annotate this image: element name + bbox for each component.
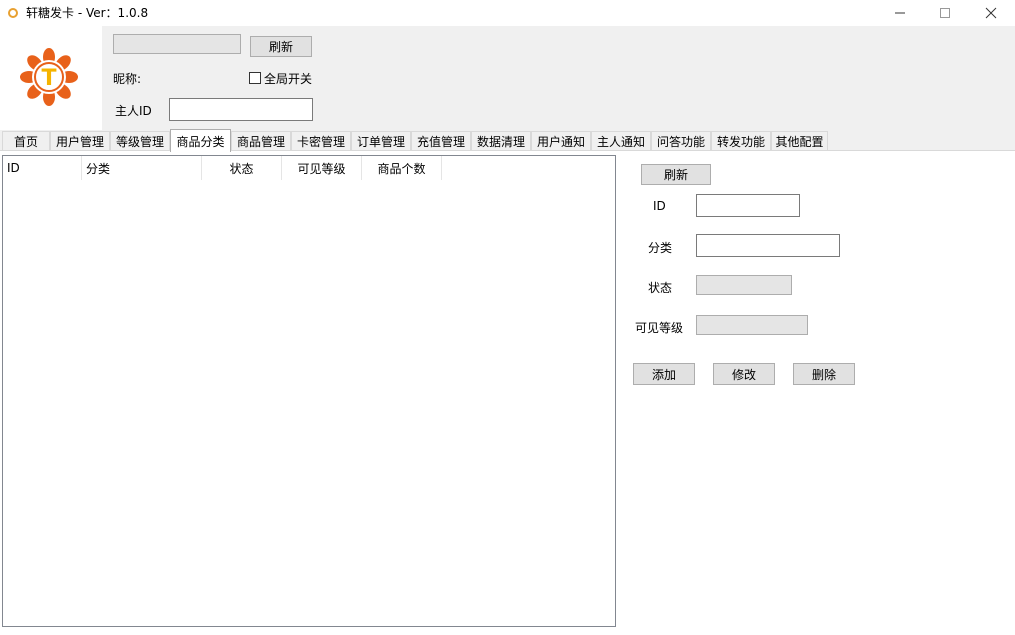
column-header-visible-level[interactable]: 可见等级 [282, 156, 362, 180]
category-label: 分类 [648, 241, 673, 255]
tab-owner-notification[interactable]: 主人通知 [591, 131, 651, 151]
nickname-label: 昵称: [113, 72, 142, 86]
global-switch-checkbox[interactable] [249, 72, 261, 84]
form-refresh-button[interactable]: 刷新 [641, 164, 711, 185]
close-icon[interactable] [968, 0, 1014, 26]
id-label: ID [653, 199, 666, 213]
tab-product-category[interactable]: 商品分类 [170, 129, 231, 152]
tab-home[interactable]: 首页 [2, 131, 50, 151]
minimize-icon[interactable] [877, 0, 923, 26]
delete-button[interactable]: 删除 [793, 363, 855, 385]
tab-user-notification[interactable]: 用户通知 [531, 131, 591, 151]
maximize-icon[interactable] [922, 0, 968, 26]
column-header-status[interactable]: 状态 [202, 156, 282, 180]
title-bar [0, 0, 1015, 26]
logo-panel: T [0, 26, 102, 130]
add-button[interactable]: 添加 [633, 363, 695, 385]
category-input[interactable] [696, 234, 840, 257]
tab-forward-function[interactable]: 转发功能 [711, 131, 771, 151]
column-header-product-count[interactable]: 商品个数 [362, 156, 442, 180]
tab-user-management[interactable]: 用户管理 [50, 131, 110, 151]
status-label: 状态 [648, 281, 673, 295]
edit-button[interactable]: 修改 [713, 363, 775, 385]
logo-icon: T [20, 48, 78, 106]
visible-level-label: 可见等级 [635, 321, 684, 335]
account-select[interactable] [113, 34, 241, 54]
tab-other-config[interactable]: 其他配置 [771, 131, 828, 151]
tab-qa-function[interactable]: 问答功能 [651, 131, 711, 151]
tab-order-management[interactable]: 订单管理 [351, 131, 411, 151]
tab-card-key-management[interactable]: 卡密管理 [291, 131, 351, 151]
owner-id-label: 主人ID [115, 104, 152, 118]
tab-data-cleanup[interactable]: 数据清理 [471, 131, 531, 151]
tab-product-management[interactable]: 商品管理 [231, 131, 291, 151]
app-icon [8, 8, 18, 18]
status-select[interactable] [696, 275, 792, 295]
tab-recharge-management[interactable]: 充值管理 [411, 131, 471, 151]
visible-level-select[interactable] [696, 315, 808, 335]
global-switch-label[interactable]: 全局开关 [264, 70, 312, 87]
svg-text:T: T [41, 66, 56, 91]
column-header-category[interactable]: 分类 [82, 156, 202, 180]
window-title: 轩糖发卡 - Ver：1.0.8 [26, 6, 149, 20]
category-list-view[interactable]: ID 分类 状态 可见等级 商品个数 [2, 155, 616, 627]
tab-level-management[interactable]: 等级管理 [110, 131, 170, 151]
header-refresh-button[interactable]: 刷新 [250, 36, 312, 57]
column-header-id[interactable]: ID [3, 156, 82, 180]
id-input[interactable] [696, 194, 800, 217]
owner-id-input[interactable] [169, 98, 313, 121]
